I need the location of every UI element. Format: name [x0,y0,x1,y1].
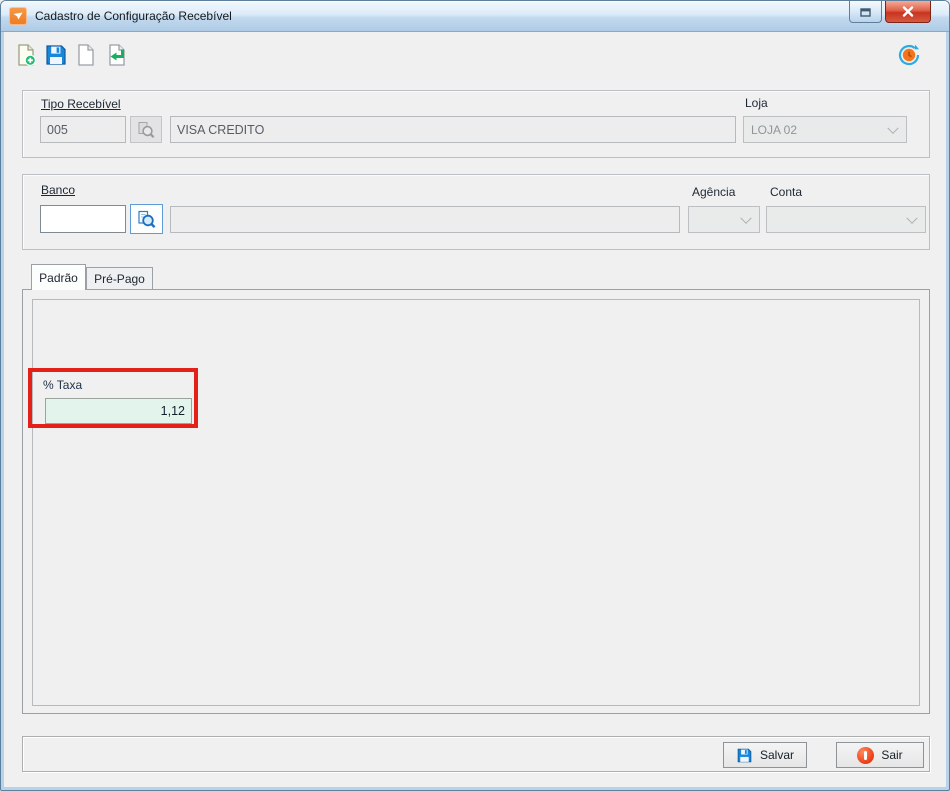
app-window: Cadastro de Configuração Recebível [0,0,950,791]
footer-panel: Salvar Sair [22,736,930,772]
history-button[interactable] [896,42,922,68]
banco-label[interactable]: Banco [41,183,75,197]
search-icon [136,209,157,230]
salvar-button[interactable]: Salvar [723,742,807,768]
app-icon [9,7,27,25]
close-icon [902,6,914,17]
save-toolbar-button[interactable] [42,41,70,69]
save-icon [736,747,753,764]
search-icon [136,120,156,140]
loja-label: Loja [745,96,768,110]
clear-button[interactable] [72,41,100,69]
window-title: Cadastro de Configuração Recebível [35,9,232,23]
conta-label: Conta [770,185,802,199]
app-logo-glyph [12,10,24,22]
tipo-recebivel-description-input [170,116,736,143]
agencia-label: Agência [692,185,735,199]
history-icon [897,43,921,67]
tipo-recebivel-label[interactable]: Tipo Recebível [41,97,121,111]
padrao-inner-panel [32,299,920,706]
tab-pre-pago[interactable]: Pré-Pago [86,267,153,290]
new-record-icon [14,43,38,67]
taxa-input[interactable] [45,398,192,424]
sair-button[interactable]: Sair [836,742,924,768]
blank-page-icon [74,43,98,67]
restore-button[interactable] [849,1,882,23]
exit-icon [857,747,874,764]
restore-icon [860,7,871,17]
salvar-label: Salvar [760,748,794,762]
banco-code-input[interactable] [40,205,126,233]
tipo-recebivel-search-button [130,116,162,143]
tab-pre-pago-label: Pré-Pago [94,272,145,286]
close-button[interactable] [885,1,931,23]
agencia-select [688,206,760,233]
title-bar: Cadastro de Configuração Recebível [1,1,949,31]
tab-padrao-label: Padrão [39,271,78,285]
loja-value: LOJA 02 [751,123,797,137]
loja-select: LOJA 02 [743,116,907,143]
banco-search-button[interactable] [130,204,163,234]
import-button[interactable] [102,41,130,69]
new-record-button[interactable] [12,41,40,69]
banco-description-input [170,206,680,233]
conta-select [766,206,926,233]
save-icon [44,43,68,67]
taxa-label: % Taxa [43,378,82,392]
tipo-recebivel-code-input [40,116,126,143]
tab-padrao[interactable]: Padrão [31,264,86,290]
import-check-icon [104,43,128,67]
sair-label: Sair [881,748,902,762]
